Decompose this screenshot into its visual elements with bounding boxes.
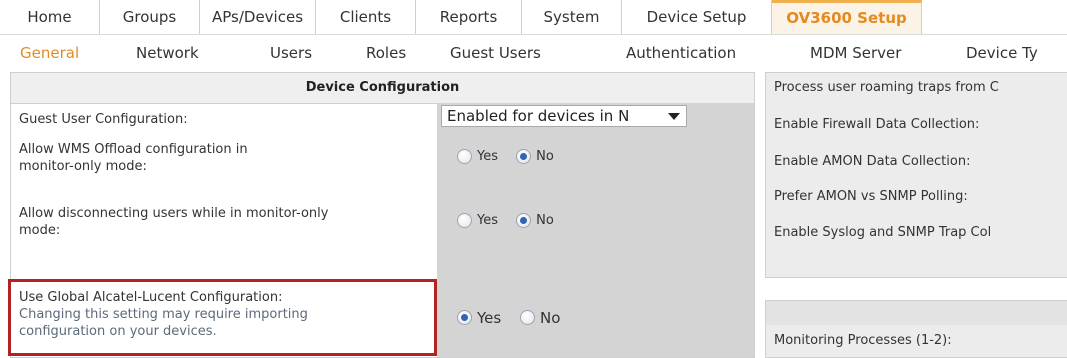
wms-offload-label-line2: monitor-only mode: [19,159,147,174]
disconnect-users-yes-label: Yes [477,213,498,228]
chevron-down-icon [668,113,680,120]
tab-reports[interactable]: Reports [416,0,522,34]
guest-user-label: Guest User Configuration: [19,112,188,127]
wms-offload-no-radio[interactable] [516,149,532,164]
global-config-no-label: No [540,308,561,327]
disconnect-users-label-line1: Allow disconnecting users while in monit… [19,206,329,221]
subtab-roles[interactable]: Roles [366,35,406,71]
right-item-firewall: Enable Firewall Data Collection: [774,117,980,132]
wms-offload-row: Allow WMS Offload configuration in monit… [11,135,754,185]
disconnect-users-label-line2: mode: [19,223,61,238]
subtab-guest-users[interactable]: Guest Users [450,35,541,71]
subtab-general[interactable]: General [20,35,79,71]
right-item-prefer-amon: Prefer AMON vs SNMP Polling: [774,189,968,204]
top-nav: Home Groups APs/Devices Clients Reports … [0,0,1067,35]
wms-offload-yes-label: Yes [477,149,498,164]
tab-device-setup[interactable]: Device Setup [622,0,772,34]
disconnect-users-yes-radio[interactable] [457,213,472,228]
subtab-network[interactable]: Network [136,35,199,71]
tab-ov3600-setup[interactable]: OV3600 Setup [772,0,922,34]
right-item-monitoring-processes: Monitoring Processes (1-2): [774,333,952,348]
right-monitoring-panel: Monitoring Processes (1-2): [765,300,1067,358]
global-config-row: Use Global Alcatel-Lucent Configuration:… [11,285,754,349]
guest-user-select-value: Enabled for devices in N [447,107,630,125]
disconnect-users-no-label: No [536,213,554,228]
disconnect-users-radios: Yes No [457,213,568,228]
tab-home[interactable]: Home [0,0,100,34]
global-config-no-radio[interactable] [520,310,535,325]
wms-offload-label: Allow WMS Offload configuration in monit… [19,141,248,175]
disconnect-users-row: Allow disconnecting users while in monit… [11,199,754,249]
guest-user-select[interactable]: Enabled for devices in N [441,105,687,127]
panel-title: Device Configuration [11,73,754,104]
subtab-users[interactable]: Users [270,35,312,71]
global-config-label-text: Use Global Alcatel-Lucent Configuration: [19,290,283,305]
global-config-yes-label: Yes [477,308,502,327]
subtab-authentication[interactable]: Authentication [626,35,736,71]
global-config-note-line1: Changing this setting may require import… [19,307,308,322]
right-item-syslog: Enable Syslog and SNMP Trap Col [774,225,992,240]
global-config-note-line2: configuration on your devices. [19,324,217,339]
disconnect-users-no-radio[interactable] [516,213,532,228]
tab-aps-devices[interactable]: APs/Devices [200,0,316,34]
tab-clients[interactable]: Clients [316,0,416,34]
right-panel-header [766,301,1067,325]
sub-nav: General Network Users Roles Guest Users … [0,35,1067,71]
wms-offload-no-label: No [536,149,554,164]
global-config-yes-radio[interactable] [457,310,472,325]
subtab-device-types[interactable]: Device Ty [966,35,1038,71]
right-settings-panel: Process user roaming traps from C Enable… [765,72,1067,278]
right-item-amon: Enable AMON Data Collection: [774,154,971,169]
disconnect-users-label: Allow disconnecting users while in monit… [19,205,328,239]
wms-offload-yes-radio[interactable] [457,149,472,164]
global-config-label: Use Global Alcatel-Lucent Configuration:… [19,289,308,340]
tab-groups[interactable]: Groups [100,0,200,34]
right-item-roaming-traps: Process user roaming traps from C [774,80,999,95]
subtab-mdm-server[interactable]: MDM Server [810,35,901,71]
wms-offload-radios: Yes No [457,149,568,164]
tab-system[interactable]: System [522,0,622,34]
device-configuration-panel: Device Configuration Guest User Configur… [10,72,755,358]
global-config-radios: Yes No [457,308,574,327]
wms-offload-label-line1: Allow WMS Offload configuration in [19,142,248,157]
guest-user-row: Guest User Configuration: Enabled for de… [11,103,754,133]
